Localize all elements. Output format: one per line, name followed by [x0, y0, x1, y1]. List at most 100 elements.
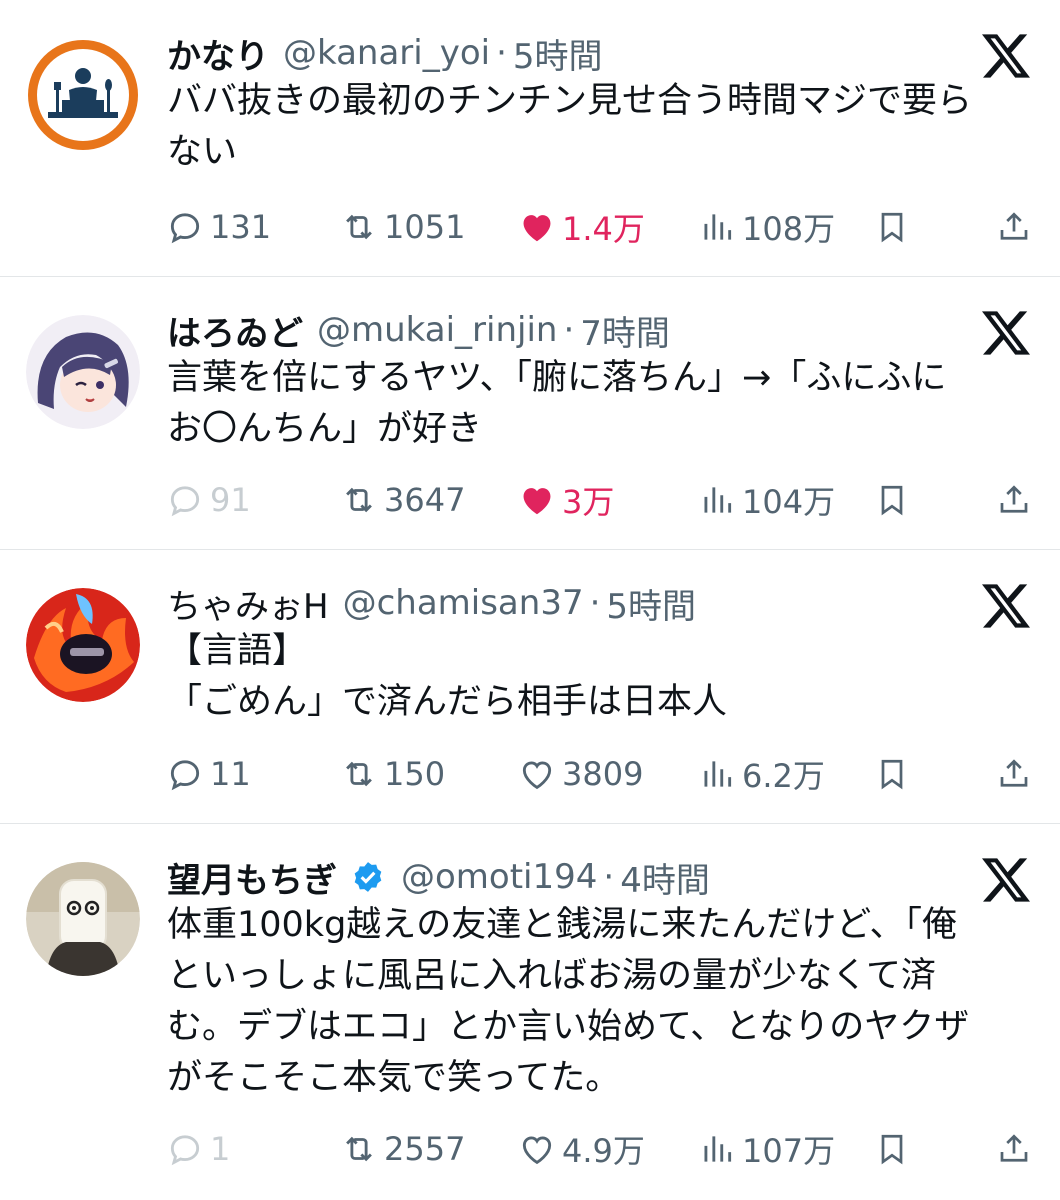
retweet-button[interactable]: 3647: [340, 475, 465, 525]
heart-filled-icon: [523, 215, 551, 242]
action-bar: 91 3647 3万 104万: [0, 475, 1060, 525]
x-logo-icon: [982, 34, 1030, 78]
bookmark-button[interactable]: [874, 749, 916, 799]
display-name[interactable]: かなり: [167, 29, 269, 78]
tweet-card[interactable]: 望月もちぎ @omoti194 · 4時間 体重100kg越えの友達と銭湯に来た…: [0, 824, 1060, 1200]
view-count: 104万: [742, 483, 836, 521]
views-chart-icon: [704, 214, 732, 240]
timestamp[interactable]: 7時間: [580, 306, 670, 355]
like-count: 3万: [562, 483, 615, 521]
views-button[interactable]: 108万: [698, 202, 835, 252]
tweet-text-line: お〇んちん」が好き: [167, 409, 483, 449]
tweet-text: 言葉を倍にするヤツ、「腑に落ちん」→「ふにふに お〇んちん」が好き: [167, 353, 1020, 455]
user-handle[interactable]: @mukai_rinjin: [317, 310, 557, 350]
share-icon: [1000, 759, 1028, 787]
tweet-header: かなり @kanari_yoi · 5時間: [167, 28, 940, 78]
tweet-text-line: 「ごめん」で済んだら相手は日本人: [167, 682, 728, 722]
bookmark-icon: [881, 212, 903, 243]
heart-outline-icon: [522, 1136, 552, 1165]
x-logo-icon: [982, 584, 1030, 628]
views-button[interactable]: 107万: [698, 1124, 835, 1174]
bookmark-button[interactable]: [874, 1124, 916, 1174]
reply-icon: [170, 1135, 200, 1166]
retweet-icon: [346, 487, 372, 513]
views-chart-icon: [704, 761, 732, 787]
reply-count: 131: [210, 208, 272, 246]
timestamp[interactable]: 5時間: [606, 579, 696, 628]
bookmark-icon: [881, 759, 903, 790]
timestamp[interactable]: 5時間: [513, 29, 603, 78]
reply-icon: [170, 213, 200, 244]
tweet-text-line: といっしょに風呂に入ればお湯の量が少なくて済: [167, 956, 936, 996]
reply-button[interactable]: 131: [166, 202, 271, 252]
views-button[interactable]: 104万: [698, 475, 835, 525]
reply-icon: [170, 486, 200, 517]
reply-icon: [170, 760, 200, 791]
bookmark-icon: [881, 485, 903, 516]
bookmark-button[interactable]: [874, 202, 916, 252]
views-button[interactable]: 6.2万: [698, 749, 825, 799]
reply-button[interactable]: 1: [166, 1124, 230, 1174]
share-button[interactable]: [996, 1124, 1038, 1174]
like-count: 4.9万: [562, 1132, 645, 1170]
tweet-card[interactable]: はろゐど @mukai_rinjin · 7時間 言葉を倍にするヤツ、「腑に落ち…: [0, 277, 1060, 549]
tweet-text: 体重100kg越えの友達と銭湯に来たんだけど、「俺 といっしょに風呂に入ればお湯…: [167, 900, 1020, 1104]
display-name[interactable]: 望月もちぎ: [167, 853, 337, 902]
x-logo-icon: [982, 858, 1030, 902]
user-handle[interactable]: @omoti194: [401, 857, 597, 897]
avatar[interactable]: [26, 588, 140, 702]
views-chart-icon: [704, 1136, 732, 1162]
avatar[interactable]: [26, 38, 140, 152]
user-handle[interactable]: @kanari_yoi: [283, 33, 490, 73]
retweet-count: 150: [384, 755, 446, 793]
reply-count: 11: [210, 755, 251, 793]
share-button[interactable]: [996, 202, 1038, 252]
retweet-button[interactable]: 2557: [340, 1124, 465, 1174]
tweet-text-line: 言葉を倍にするヤツ、「腑に落ちん」→「ふにふに: [167, 358, 947, 398]
view-count: 107万: [742, 1132, 836, 1170]
reply-button[interactable]: 91: [166, 475, 251, 525]
action-bar: 131 1051 1.4万 108万: [0, 202, 1060, 252]
like-button[interactable]: 4.9万: [518, 1124, 645, 1174]
like-count: 3809: [562, 755, 644, 793]
share-button[interactable]: [996, 475, 1038, 525]
tweet-text: 【言語】 「ごめん」で済んだら相手は日本人: [167, 626, 1020, 728]
timestamp[interactable]: 4時間: [620, 853, 710, 902]
separator-dot: ·: [603, 857, 615, 897]
avatar[interactable]: [26, 315, 140, 429]
reply-count: 91: [210, 481, 251, 519]
view-count: 108万: [742, 210, 836, 248]
display-name[interactable]: ちゃみぉH: [167, 579, 329, 628]
like-button[interactable]: 3809: [518, 749, 643, 799]
retweet-button[interactable]: 150: [340, 749, 445, 799]
action-bar: 11 150 3809 6.2万: [0, 749, 1060, 799]
tweet-card[interactable]: ちゃみぉH @chamisan37 · 5時間 【言語】 「ごめん」で済んだら相…: [0, 550, 1060, 823]
separator-dot: ·: [496, 33, 507, 73]
retweet-button[interactable]: 1051: [340, 202, 465, 252]
like-button[interactable]: 1.4万: [518, 202, 645, 252]
user-handle[interactable]: @chamisan37: [343, 583, 584, 623]
tweet-header: はろゐど @mukai_rinjin · 7時間: [167, 305, 940, 355]
tweet-header: ちゃみぉH @chamisan37 · 5時間: [167, 578, 940, 628]
separator-dot: ·: [563, 310, 575, 350]
bookmark-button[interactable]: [874, 475, 916, 525]
retweet-count: 1051: [384, 208, 466, 246]
retweet-count: 3647: [384, 481, 466, 519]
x-logo-icon: [982, 311, 1030, 355]
like-count: 1.4万: [562, 210, 645, 248]
reply-count: 1: [210, 1130, 231, 1168]
reply-button[interactable]: 11: [166, 749, 251, 799]
tweet-header: 望月もちぎ @omoti194 · 4時間: [167, 852, 940, 902]
avatar[interactable]: [26, 862, 140, 976]
separator-dot: ·: [589, 583, 601, 623]
retweet-icon: [346, 761, 372, 787]
heart-outline-icon: [522, 761, 552, 790]
tweet-text: ババ抜きの最初のチンチン見せ合う時間マジで要ら ない: [167, 76, 1020, 178]
view-count: 6.2万: [742, 757, 825, 795]
share-button[interactable]: [996, 749, 1038, 799]
like-button[interactable]: 3万: [518, 475, 614, 525]
tweet-card[interactable]: かなり @kanari_yoi · 5時間 ババ抜きの最初のチンチン見せ合う時間…: [0, 0, 1060, 276]
display-name[interactable]: はろゐど: [167, 306, 303, 355]
tweet-text-line: 【言語】: [167, 631, 308, 671]
action-bar: 1 2557 4.9万 107万: [0, 1124, 1060, 1174]
